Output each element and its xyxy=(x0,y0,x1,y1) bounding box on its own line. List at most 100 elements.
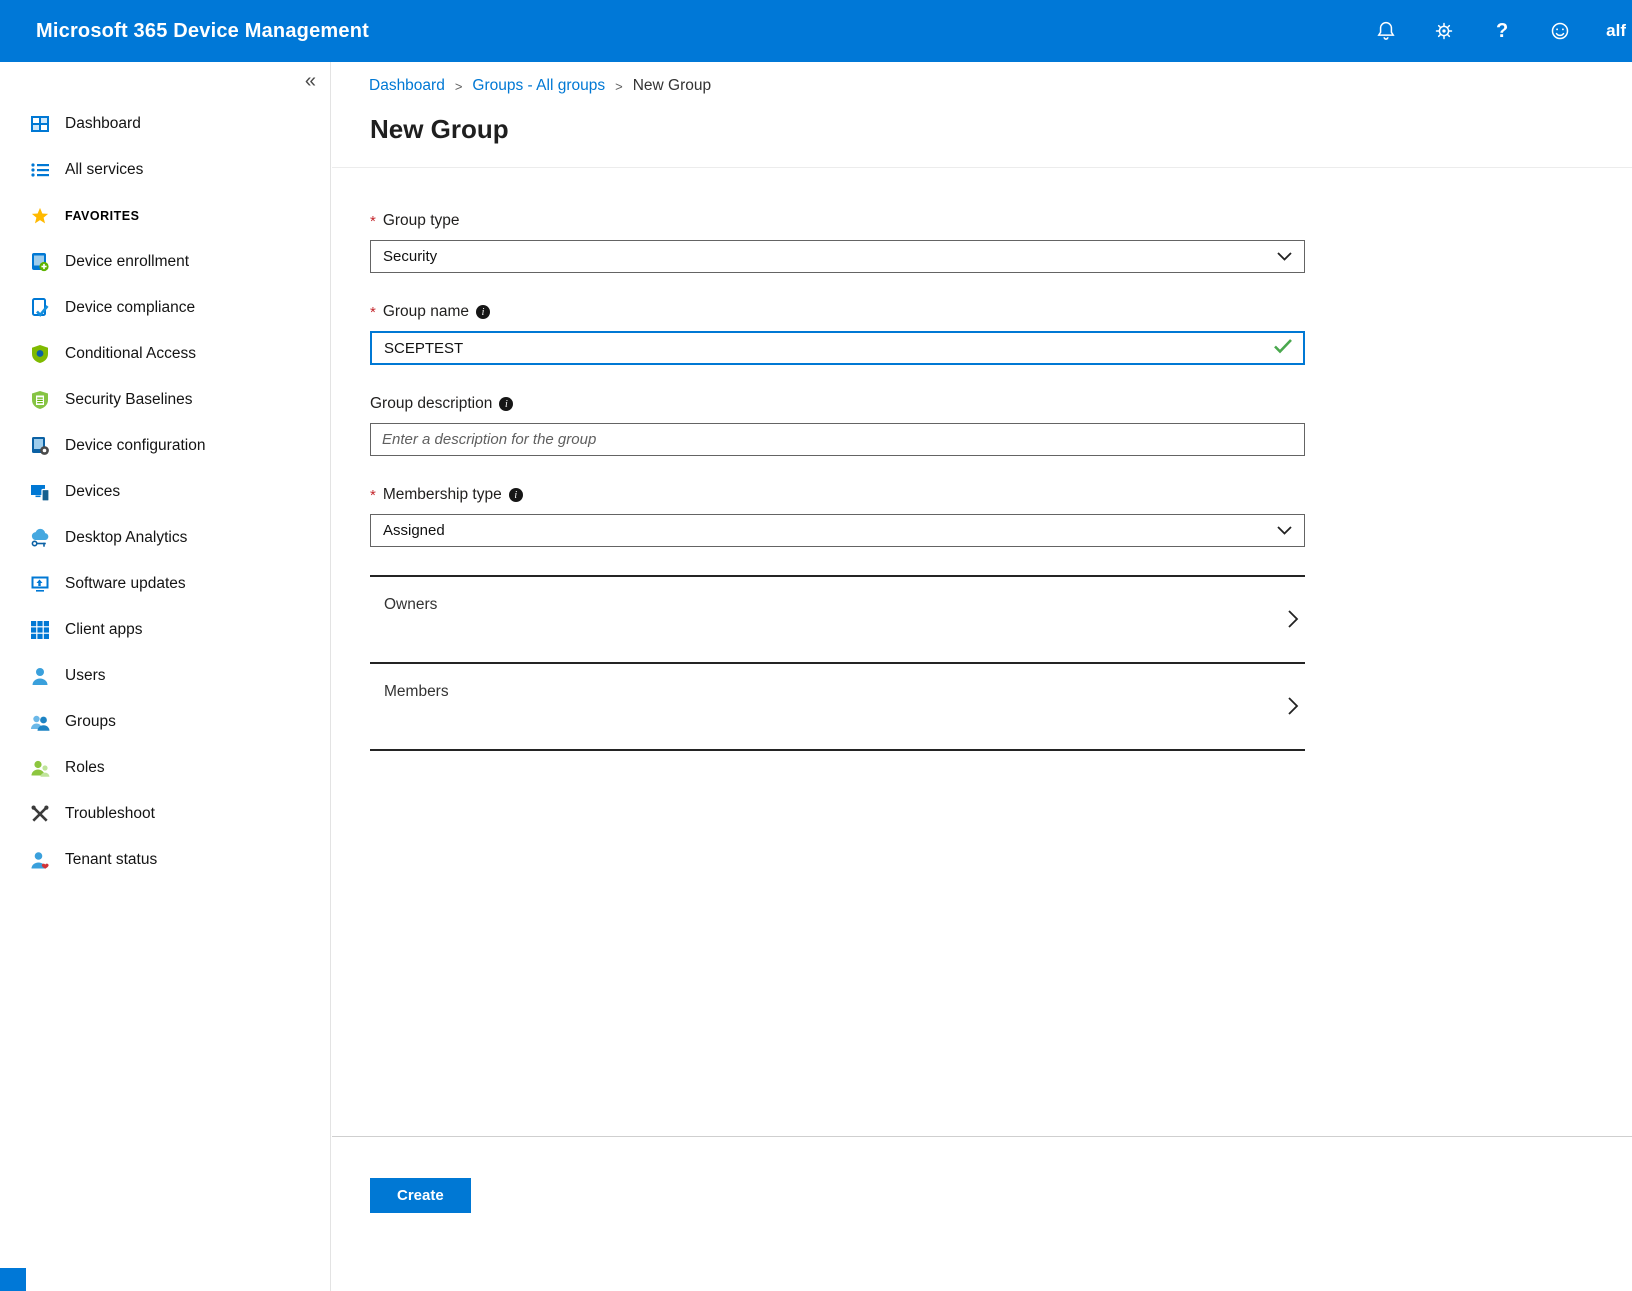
breadcrumb: Dashboard > Groups - All groups > New Gr… xyxy=(369,74,1632,98)
favorites-header: FAVORITES xyxy=(0,193,330,239)
groups-icon xyxy=(30,712,50,732)
members-label: Members xyxy=(384,683,449,700)
chevron-down-icon xyxy=(1277,522,1292,539)
required-marker: * xyxy=(370,213,376,230)
sidebar-item-device-configuration[interactable]: Device configuration xyxy=(0,423,330,469)
sidebar-item-label: Device configuration xyxy=(65,437,205,455)
group-description-label: Group description i xyxy=(370,393,1305,415)
sidebar-item-tenant-status[interactable]: Tenant status xyxy=(0,837,330,883)
valid-check-icon xyxy=(1273,338,1293,359)
group-name-inputbox xyxy=(370,331,1305,365)
tenant-status-icon xyxy=(30,850,50,870)
sidebar-nav: Dashboard All services FAVORITES xyxy=(0,62,330,883)
group-description-input[interactable] xyxy=(370,423,1305,456)
security-baselines-icon xyxy=(30,390,50,410)
sidebar-item-client-apps[interactable]: Client apps xyxy=(0,607,330,653)
sidebar-item-label: Device enrollment xyxy=(65,253,189,271)
device-compliance-icon xyxy=(30,298,50,318)
settings-button[interactable] xyxy=(1432,19,1456,43)
sidebar: « Dashboard All xyxy=(0,62,331,1291)
sidebar-item-label: Devices xyxy=(65,483,120,501)
create-button[interactable]: Create xyxy=(370,1178,471,1213)
sidebar-item-groups[interactable]: Groups xyxy=(0,699,330,745)
required-marker: * xyxy=(370,304,376,321)
sidebar-item-conditional-access[interactable]: Conditional Access xyxy=(0,331,330,377)
sidebar-item-software-updates[interactable]: Software updates xyxy=(0,561,330,607)
sidebar-item-label: Software updates xyxy=(65,575,186,593)
devices-icon xyxy=(30,482,50,502)
group-type-label: * Group type xyxy=(370,210,1305,232)
top-bar: Microsoft 365 Device Management xyxy=(0,0,1632,62)
footer-divider xyxy=(332,1136,1632,1137)
sidebar-item-desktop-analytics[interactable]: Desktop Analytics xyxy=(0,515,330,561)
page-title: New Group xyxy=(370,114,1632,145)
chevron-right-icon xyxy=(1287,609,1299,634)
sidebar-item-security-baselines[interactable]: Security Baselines xyxy=(0,377,330,423)
sidebar-item-label: All services xyxy=(65,161,143,179)
group-type-dropdown[interactable]: Security xyxy=(370,240,1305,273)
sidebar-item-device-enrollment[interactable]: Device enrollment xyxy=(0,239,330,285)
info-icon[interactable]: i xyxy=(499,397,513,411)
smiley-icon xyxy=(1550,21,1570,41)
sidebar-item-label: Security Baselines xyxy=(65,391,193,409)
sidebar-item-dashboard[interactable]: Dashboard xyxy=(0,101,330,147)
topbar-actions: ? alf xyxy=(1374,0,1632,62)
membership-type-label: * Membership type i xyxy=(370,484,1305,506)
software-updates-icon xyxy=(30,574,50,594)
owners-row[interactable]: Owners xyxy=(370,575,1305,662)
sidebar-item-all-services[interactable]: All services xyxy=(0,147,330,193)
group-type-field: * Group type Security xyxy=(370,210,1305,273)
client-apps-icon xyxy=(30,620,50,640)
sidebar-collapse-button[interactable]: « xyxy=(305,70,316,93)
sidebar-item-label: Roles xyxy=(65,759,105,777)
favorites-label: FAVORITES xyxy=(65,209,139,223)
group-name-field: * Group name i xyxy=(370,301,1305,365)
corner-accent xyxy=(0,1268,26,1291)
all-services-icon xyxy=(30,160,50,180)
membership-type-dropdown[interactable]: Assigned xyxy=(370,514,1305,547)
main-content: Dashboard > Groups - All groups > New Gr… xyxy=(332,62,1632,1291)
conditional-access-icon xyxy=(30,344,50,364)
members-row[interactable]: Members xyxy=(370,662,1305,749)
breadcrumb-dashboard[interactable]: Dashboard xyxy=(369,77,445,95)
desktop-analytics-icon xyxy=(30,528,50,548)
membership-type-field: * Membership type i Assigned xyxy=(370,484,1305,547)
breadcrumb-current: New Group xyxy=(633,77,711,95)
sidebar-item-label: Users xyxy=(65,667,105,685)
header-divider xyxy=(332,167,1632,168)
breadcrumb-separator: > xyxy=(455,79,463,94)
breadcrumb-separator: > xyxy=(615,79,623,94)
sidebar-item-label: Device compliance xyxy=(65,299,195,317)
breadcrumb-groups-all-groups[interactable]: Groups - All groups xyxy=(472,77,605,95)
group-type-value: Security xyxy=(383,248,437,265)
sidebar-item-users[interactable]: Users xyxy=(0,653,330,699)
sidebar-item-troubleshoot[interactable]: Troubleshoot xyxy=(0,791,330,837)
group-name-input[interactable] xyxy=(382,339,1273,358)
app-title: Microsoft 365 Device Management xyxy=(36,20,369,43)
account-button[interactable]: alf xyxy=(1606,21,1626,41)
device-configuration-icon xyxy=(30,436,50,456)
gear-icon xyxy=(1434,21,1454,41)
feedback-button[interactable] xyxy=(1548,19,1572,43)
sidebar-item-label: Troubleshoot xyxy=(65,805,155,823)
sidebar-item-roles[interactable]: Roles xyxy=(0,745,330,791)
new-group-form: * Group type Security * Group name i xyxy=(370,210,1305,751)
info-icon[interactable]: i xyxy=(476,305,490,319)
sidebar-item-devices[interactable]: Devices xyxy=(0,469,330,515)
roles-icon xyxy=(30,758,50,778)
sidebar-item-label: Groups xyxy=(65,713,116,731)
relations-list-end xyxy=(370,749,1305,751)
sidebar-item-device-compliance[interactable]: Device compliance xyxy=(0,285,330,331)
help-button[interactable]: ? xyxy=(1490,19,1514,43)
troubleshoot-icon xyxy=(30,804,50,824)
group-name-label: * Group name i xyxy=(370,301,1305,323)
sidebar-item-label: Desktop Analytics xyxy=(65,529,187,547)
help-icon: ? xyxy=(1496,20,1508,43)
bell-icon xyxy=(1376,21,1396,41)
dashboard-icon xyxy=(30,114,50,134)
sidebar-item-label: Client apps xyxy=(65,621,143,639)
group-description-field: Group description i xyxy=(370,393,1305,456)
notifications-button[interactable] xyxy=(1374,19,1398,43)
required-marker: * xyxy=(370,487,376,504)
info-icon[interactable]: i xyxy=(509,488,523,502)
